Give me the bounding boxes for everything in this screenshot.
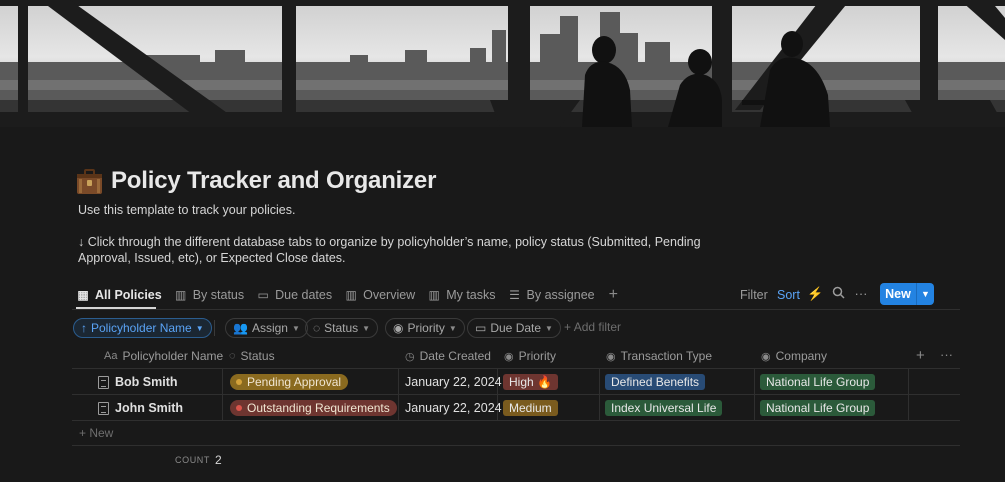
select-icon: ◉	[606, 350, 616, 363]
priority-tag: High 🔥	[503, 374, 558, 390]
status-badge: Pending Approval	[230, 374, 349, 390]
column-header-priority[interactable]: ◉ Priority	[504, 348, 556, 364]
select-icon: ◉	[504, 350, 514, 363]
chevron-down-icon: ▼	[362, 323, 371, 333]
column-header-company[interactable]: ◉ Company	[761, 348, 827, 364]
text-type-icon: Aa	[104, 350, 118, 362]
transaction-type-cell[interactable]: Defined Benefits	[605, 374, 706, 390]
arrow-up-icon: ↑	[81, 321, 87, 335]
filter-chip-priority[interactable]: ◉ Priority ▼	[385, 318, 465, 338]
column-header-policyholder-name[interactable]: Aa Policyholder Name	[104, 348, 223, 364]
chevron-down-icon: ▼	[448, 323, 457, 333]
filter-chip-due-date[interactable]: ▭ Due Date ▼	[467, 318, 561, 338]
chevron-down-icon: ▼	[195, 323, 204, 333]
view-tabs: ▦ All Policies ▥ By status ▭ Due dates ▥…	[76, 284, 618, 306]
filter-button[interactable]: Filter	[740, 284, 768, 306]
tab-due-dates[interactable]: ▭ Due dates	[256, 284, 332, 306]
add-column-icon[interactable]: +	[916, 347, 925, 364]
tab-my-tasks[interactable]: ▥ My tasks	[427, 284, 496, 306]
sort-chip-policyholder-name[interactable]: ↑ Policyholder Name ▼	[73, 318, 212, 338]
page-description: Use this template to track your policies…	[78, 203, 296, 217]
priority-cell[interactable]: High 🔥	[503, 374, 558, 390]
column-header-transaction-type[interactable]: ◉ Transaction Type	[606, 348, 712, 364]
column-header-status[interactable]: ◌ Status	[229, 348, 275, 364]
chevron-down-icon[interactable]: ▼	[917, 289, 934, 299]
add-view-icon[interactable]: +	[609, 286, 618, 304]
select-icon: ◉	[761, 350, 771, 363]
column-header-date-created[interactable]: ◷ Date Created	[405, 348, 491, 364]
page-title: Policy Tracker and Organizer	[111, 167, 437, 194]
people-icon: 👥	[233, 321, 248, 335]
priority-cell[interactable]: Medium	[503, 400, 558, 416]
page-icon	[98, 375, 109, 389]
status-cell[interactable]: Pending Approval	[230, 374, 349, 390]
cover-image	[0, 0, 1005, 127]
transaction-type-cell[interactable]: Index Universal Life	[605, 400, 723, 416]
board-icon: ▥	[428, 288, 440, 302]
automation-icon[interactable]: ⚡	[807, 286, 823, 302]
status-icon: ◌	[313, 321, 321, 335]
filter-chip-status[interactable]: ◌ Status ▼	[305, 318, 379, 338]
plus-icon: +	[564, 320, 572, 334]
tabs-divider	[72, 309, 960, 310]
company-tag: National Life Group	[760, 400, 876, 416]
row-count: COUNT 2	[175, 453, 222, 467]
chevron-down-icon: ▼	[545, 323, 553, 333]
transaction-type-tag: Defined Benefits	[605, 374, 706, 390]
page-instructions-line2: Approval, Issued, etc), or Expected Clos…	[78, 251, 346, 265]
table-icon: ▦	[77, 288, 89, 302]
status-badge: Outstanding Requirements	[230, 400, 397, 416]
company-cell[interactable]: National Life Group	[760, 400, 876, 416]
date-created-cell[interactable]: January 22, 2024	[405, 374, 502, 390]
transaction-type-tag: Index Universal Life	[605, 400, 723, 416]
briefcase-icon[interactable]	[76, 169, 103, 195]
board-icon: ▥	[345, 288, 357, 302]
new-button[interactable]: New ▼	[880, 283, 934, 305]
calendar-icon: ▭	[257, 288, 269, 302]
clock-icon: ◷	[405, 350, 415, 363]
page-instructions-line1: ↓ Click through the different database t…	[78, 235, 701, 249]
more-options-icon[interactable]: ···	[853, 286, 869, 301]
table-row-name[interactable]: John Smith	[98, 400, 183, 416]
date-created-cell[interactable]: January 22, 2024	[405, 400, 502, 416]
tab-all-policies[interactable]: ▦ All Policies	[76, 284, 161, 306]
filter-chip-assign[interactable]: 👥 Assign ▼	[225, 318, 308, 338]
status-cell[interactable]: Outstanding Requirements	[230, 400, 397, 416]
table-row-name[interactable]: Bob Smith	[98, 374, 178, 390]
calendar-icon: ▭	[475, 321, 487, 335]
tab-by-status[interactable]: ▥ By status	[174, 284, 244, 306]
priority-tag: Medium	[503, 400, 558, 416]
chevron-down-icon: ▼	[291, 323, 300, 333]
more-options-icon[interactable]: ···	[940, 347, 953, 362]
list-icon: ☰	[509, 288, 520, 302]
add-filter-button[interactable]: + Add filter	[564, 320, 621, 334]
select-icon: ◉	[393, 321, 404, 335]
search-icon[interactable]	[830, 286, 846, 302]
tab-overview[interactable]: ▥ Overview	[344, 284, 415, 306]
status-icon: ◌	[229, 350, 236, 362]
company-tag: National Life Group	[760, 374, 876, 390]
company-cell[interactable]: National Life Group	[760, 374, 876, 390]
sort-button[interactable]: Sort	[777, 284, 800, 306]
page-icon	[98, 401, 109, 415]
tab-by-assignee[interactable]: ☰ By assignee	[508, 284, 595, 306]
add-row-button[interactable]: + New	[79, 426, 113, 440]
board-icon: ▥	[175, 288, 187, 302]
